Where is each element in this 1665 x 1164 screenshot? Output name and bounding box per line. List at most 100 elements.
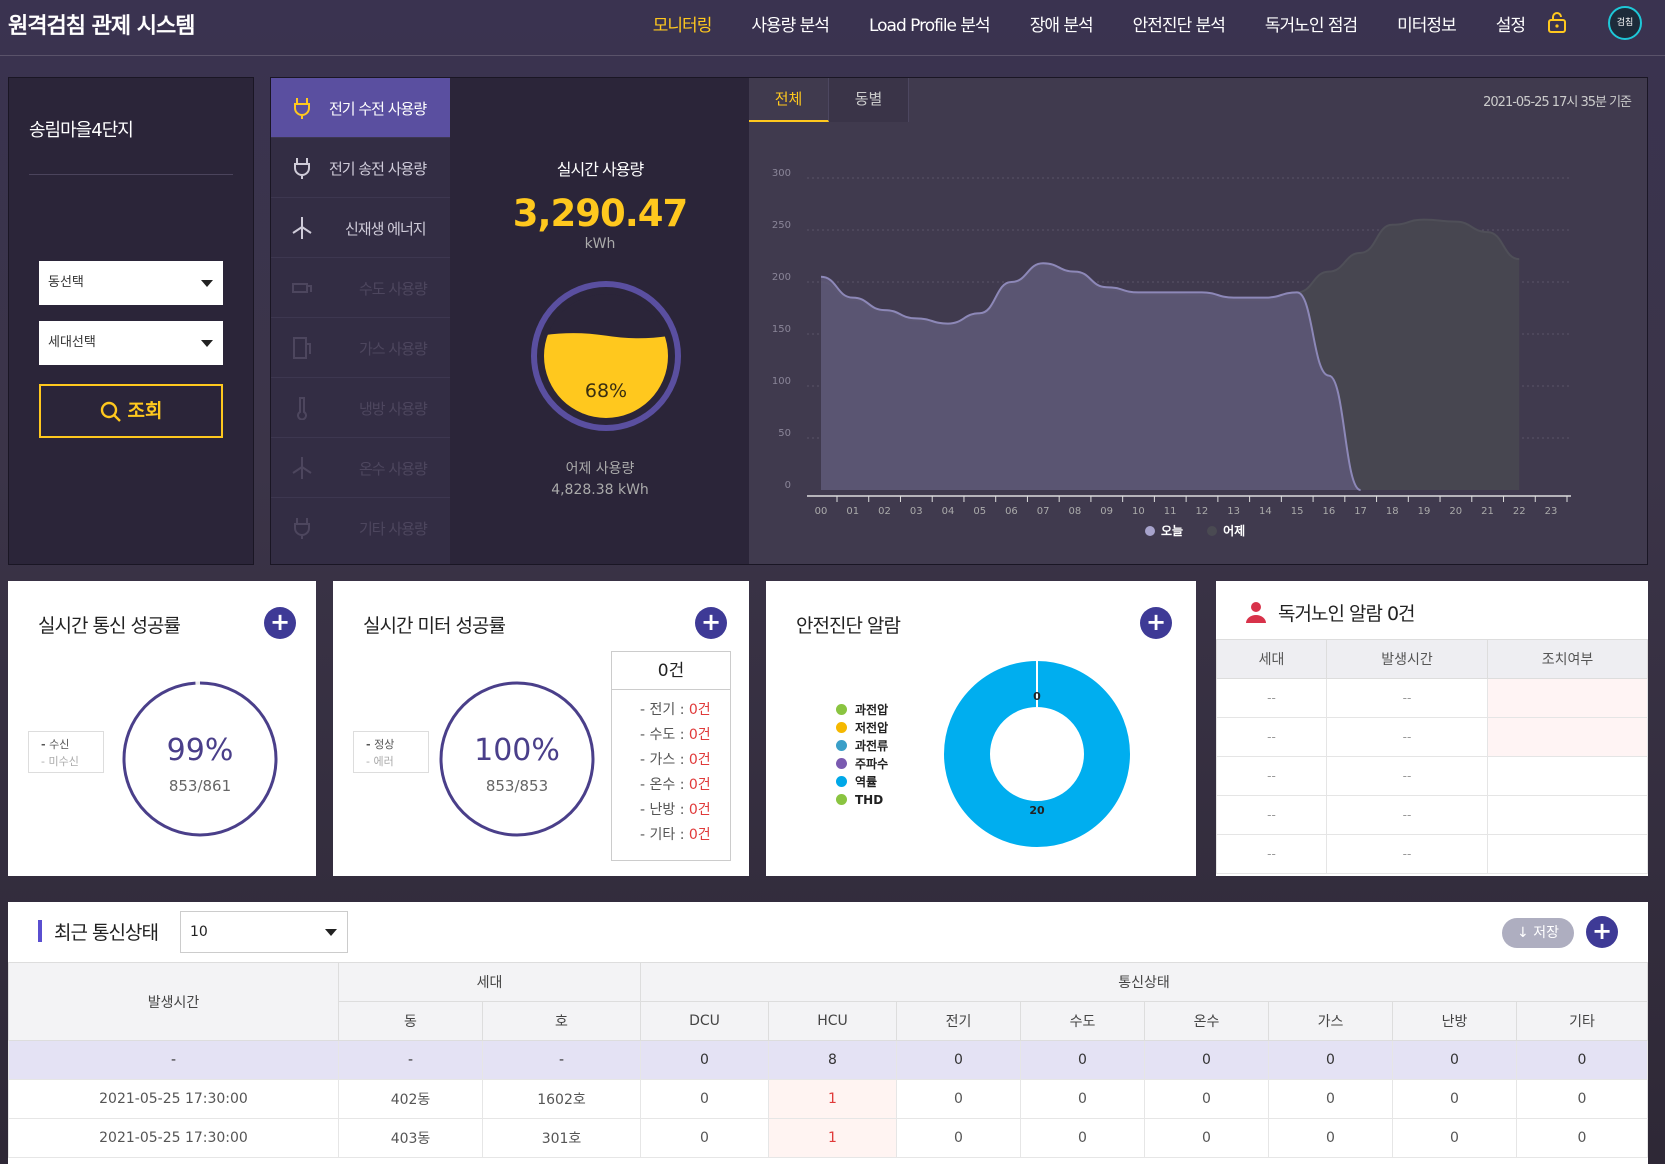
add-button[interactable]: + xyxy=(264,607,296,639)
gas-pump-icon xyxy=(293,337,311,359)
x-tick-label: 20 xyxy=(1449,506,1462,517)
donut-label-zero: 0 xyxy=(1033,690,1041,703)
col-unit: 세대 xyxy=(1216,639,1327,679)
thermometer-icon xyxy=(297,397,307,420)
x-tick-label: 22 xyxy=(1513,506,1526,517)
safety-donut: 0 20 xyxy=(944,661,1130,847)
dong-select-value: 동선택 xyxy=(48,275,84,290)
legend-today[interactable]: 오늘 xyxy=(1145,522,1183,539)
page-size-select[interactable]: 10 xyxy=(180,911,348,953)
comm-percent: 99% xyxy=(166,733,234,768)
area-chart: 0 50 100 150 200 250 300 00 01 02 03 04 05 06 07 08 09 10… xyxy=(772,168,1571,517)
safety-alarm-card: 안전진단 알람 + 과전압 저전압 과전류 주파수 역률 THD 0 20 xyxy=(766,581,1196,876)
meter-success-card: 실시간 미터 성공률 + - 정상 - 에러 100% 853/853 0건 -… xyxy=(333,581,749,876)
search-button-label: 조회 xyxy=(127,400,163,422)
nav-safety-analysis[interactable]: 안전진단 분석 xyxy=(1133,11,1226,36)
error-total: 0건 xyxy=(612,652,730,690)
menu-other[interactable]: 기타 사용량 xyxy=(271,498,450,558)
table-row: 2021-05-25 17:30:00 402동 1602호 010 000 00 xyxy=(8,1079,1648,1119)
caret-down-icon xyxy=(201,280,213,287)
menu-renewable[interactable]: 신재생 에너지 xyxy=(271,198,450,258)
complex-name: 송림마을4단지 xyxy=(29,120,134,141)
mini-legend: - 수신 - 미수신 xyxy=(28,731,104,773)
search-button[interactable]: 조회 xyxy=(39,384,223,438)
y-tick-label: 250 xyxy=(772,220,791,231)
meter-percent: 100% xyxy=(474,733,560,768)
comm-status-table: 발생시간 세대 통신상태 동 호 DCU HCU 전기 수도 온수 가스 난방 … xyxy=(8,962,1648,1158)
x-tick-label: 05 xyxy=(973,506,986,517)
realtime-usage: 실시간 사용량 3,290.47 kWh 68% 어제 사용량 4,828.38… xyxy=(450,78,750,564)
nav-usage-analysis[interactable]: 사용량 분석 xyxy=(751,11,830,36)
lock-icon[interactable] xyxy=(1545,10,1569,34)
menu-cooling[interactable]: 냉방 사용량 xyxy=(271,378,450,438)
col-other: 기타 xyxy=(1516,1001,1648,1041)
menu-label: 전기 수전 사용량 xyxy=(329,100,427,118)
tab-all[interactable]: 전체 xyxy=(749,78,829,122)
col-group-unit: 세대 xyxy=(338,962,641,1002)
comm-success-card: 실시간 통신 성공률 + - 수신 - 미수신 99% 853/861 xyxy=(8,581,316,876)
legend-error: - 에러 xyxy=(366,755,394,768)
table-row: -- -- xyxy=(1216,795,1648,835)
error-other: - 기타 : 0건 xyxy=(640,827,711,843)
gauge-percent: 68% xyxy=(584,380,628,402)
user-avatar[interactable]: 검침 xyxy=(1608,6,1642,40)
x-tick-label: 19 xyxy=(1418,506,1431,517)
nav-fault-analysis[interactable]: 장애 분석 xyxy=(1030,11,1094,36)
table-row: -- -- xyxy=(1216,678,1648,718)
unit-select[interactable]: 세대선택 xyxy=(39,321,223,365)
realtime-title: 실시간 사용량 xyxy=(556,160,644,179)
table-row: -- -- xyxy=(1216,756,1648,796)
legend-yesterday[interactable]: 어제 xyxy=(1207,522,1245,539)
col-dcu: DCU xyxy=(640,1001,769,1041)
error-heating: - 난방 : 0건 xyxy=(640,802,711,818)
legend-overcurrent: 과전류 xyxy=(836,737,888,755)
add-button[interactable]: + xyxy=(695,607,727,639)
top-header: 원격검침 관제 시스템 모니터링 사용량 분석 Load Profile 분석 … xyxy=(0,0,1665,56)
card-title: 실시간 미터 성공률 xyxy=(363,615,506,637)
legend-thd: THD xyxy=(836,791,888,809)
col-electric: 전기 xyxy=(896,1001,1021,1041)
nav-meter-info[interactable]: 미터정보 xyxy=(1397,11,1457,36)
col-heating: 난방 xyxy=(1392,1001,1517,1041)
nav-load-profile[interactable]: Load Profile 분석 xyxy=(869,11,991,36)
legend-received: - 수신 xyxy=(41,738,70,751)
menu-label: 냉방 사용량 xyxy=(359,400,428,418)
x-tick-label: 11 xyxy=(1164,506,1177,517)
x-tick-label: 06 xyxy=(1005,506,1018,517)
alarm-legend: 과전압 저전압 과전류 주파수 역률 THD xyxy=(836,701,888,809)
x-tick-label: 07 xyxy=(1037,506,1050,517)
menu-electric-receive[interactable]: 전기 수전 사용량 xyxy=(271,78,450,138)
table-row: -- -- xyxy=(1216,834,1648,874)
x-tick-label: 16 xyxy=(1322,506,1335,517)
col-ho: 호 xyxy=(482,1001,641,1041)
realtime-value: 3,290.47 xyxy=(512,192,689,235)
menu-water[interactable]: 수도 사용량 xyxy=(271,258,450,318)
tab-by-dong[interactable]: 동별 xyxy=(829,78,909,122)
title-accent xyxy=(38,920,42,942)
nav-settings[interactable]: 설정 xyxy=(1496,11,1526,36)
menu-hot-water[interactable]: 온수 사용량 xyxy=(271,438,450,498)
add-button[interactable]: + xyxy=(1586,916,1618,948)
save-button[interactable]: ↓ 저장 xyxy=(1502,918,1574,948)
menu-electric-send[interactable]: 전기 송전 사용량 xyxy=(271,138,450,198)
save-label: 저장 xyxy=(1533,925,1559,941)
chart-tabs: 전체 동별 xyxy=(749,78,909,122)
nav-elder-check[interactable]: 독거노인 점검 xyxy=(1265,11,1358,36)
card-title: 안전진단 알람 xyxy=(796,615,901,637)
error-hot-water: - 온수 : 0건 xyxy=(640,777,711,793)
menu-label: 기타 사용량 xyxy=(359,520,428,538)
chart-legend: 오늘 어제 xyxy=(1145,522,1245,539)
col-hcu: HCU xyxy=(768,1001,897,1041)
series-area-today xyxy=(821,263,1361,490)
chart-timestamp: 2021-05-25 17시 35분 기준 xyxy=(1483,95,1632,110)
app-title: 원격검침 관제 시스템 xyxy=(8,14,195,39)
faucet-icon xyxy=(292,283,312,293)
dong-select[interactable]: 동선택 xyxy=(39,261,223,305)
col-dong: 동 xyxy=(338,1001,483,1041)
legend-normal: - 정상 xyxy=(366,738,395,751)
menu-gas[interactable]: 가스 사용량 xyxy=(271,318,450,378)
person-icon xyxy=(1246,602,1266,623)
nav-monitoring[interactable]: 모니터링 xyxy=(653,11,713,36)
page-size-value: 10 xyxy=(190,924,208,940)
add-button[interactable]: + xyxy=(1140,607,1172,639)
